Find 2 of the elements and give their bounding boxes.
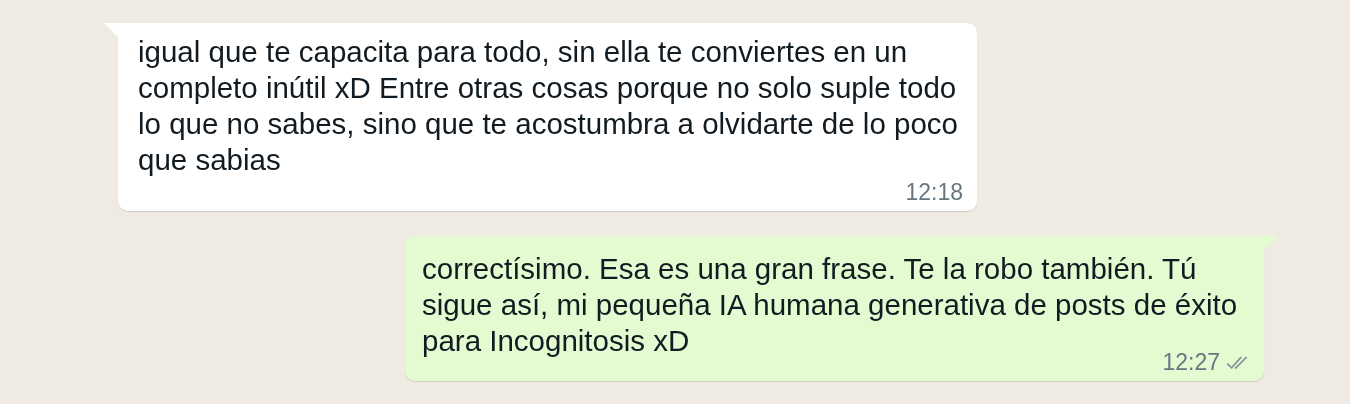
message-text: igual que te capacita para todo, sin ella te conviertes en un completo inútil xD Entre otras cosas porque no solo suple todo lo que no sabes, sino que te acostumbra a olvidarte de lo poco que sabias [138, 34, 959, 178]
message-time: 12:18 [905, 180, 963, 204]
